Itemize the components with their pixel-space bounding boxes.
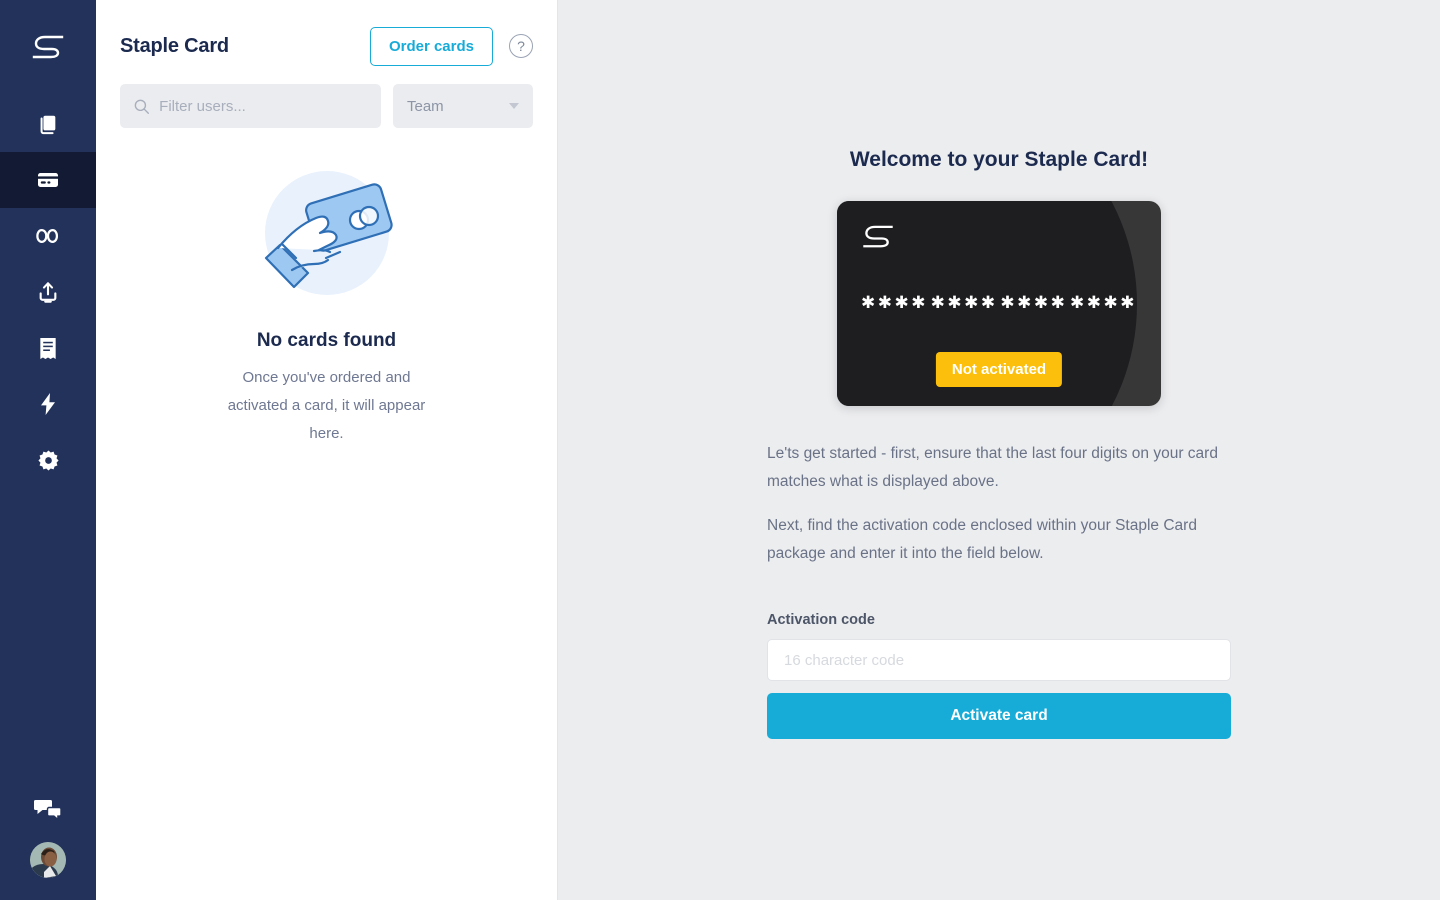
panel-header: Staple Card Order cards ? — [120, 0, 533, 78]
sidebar-item-upload[interactable] — [0, 264, 96, 320]
welcome-title: Welcome to your Staple Card! — [849, 148, 1149, 171]
card-digit-group: ✱✱✱✱ — [1070, 293, 1137, 312]
search-icon — [134, 99, 149, 114]
sidebar-item-activity[interactable] — [0, 376, 96, 432]
team-select-label: Team — [407, 97, 444, 115]
sidebar-item-links[interactable] — [0, 208, 96, 264]
search-box[interactable] — [120, 84, 381, 128]
sidebar-item-cards[interactable] — [0, 152, 96, 208]
sidebar-item-settings[interactable] — [0, 432, 96, 488]
help-icon[interactable]: ? — [509, 34, 533, 58]
credit-card-icon — [38, 173, 58, 187]
activation-code-input[interactable] — [767, 639, 1231, 681]
avatar[interactable] — [30, 842, 66, 878]
instruction-paragraph-1: Le'ts get started - first, ensure that t… — [767, 445, 1218, 490]
empty-state-title: No cards found — [256, 330, 397, 351]
order-cards-button[interactable]: Order cards — [369, 26, 493, 66]
card-digit-group: ✱✱✱✱ — [930, 293, 998, 312]
gear-icon — [37, 450, 59, 470]
page-title: Staple Card — [120, 34, 229, 57]
card-number-masked: ✱✱✱✱ ✱✱✱✱ ✱✱✱✱ ✱✱✱✱ — [861, 293, 1137, 313]
search-input[interactable] — [159, 97, 367, 115]
lightning-bolt-icon — [41, 393, 55, 415]
avatar-photo — [30, 842, 66, 878]
activation-code-label: Activation code — [767, 612, 875, 628]
staple-card-preview: ✱✱✱✱ ✱✱✱✱ ✱✱✱✱ ✱✱✱✱ Not activated — [837, 201, 1161, 406]
documents-icon — [40, 115, 56, 135]
sidebar-nav — [0, 96, 96, 488]
sidebar-item-receipts[interactable] — [0, 320, 96, 376]
sidebar-bottom — [0, 782, 96, 900]
chevron-down-icon — [509, 103, 519, 109]
team-select[interactable]: Team — [393, 84, 533, 128]
activate-card-button[interactable]: Activate card — [767, 693, 1231, 739]
staple-s-logo-icon — [32, 35, 64, 58]
card-digit-group: ✱✱✱✱ — [1000, 293, 1068, 312]
filters-row: Team — [120, 84, 533, 128]
instruction-paragraph-2: Next, find the activation code enclosed … — [767, 517, 1197, 562]
status-badge: Not activated — [935, 352, 1063, 387]
sidebar — [0, 0, 96, 900]
upload-icon — [39, 281, 57, 303]
sidebar-item-documents[interactable] — [0, 96, 96, 152]
brand-logo[interactable] — [0, 0, 96, 96]
card-digit-group: ✱✱✱✱ — [861, 293, 928, 312]
empty-state: No cards found Once you've ordered and a… — [120, 158, 533, 448]
app-root: Staple Card Order cards ? Team — [0, 0, 1440, 900]
staple-s-logo-icon — [863, 225, 893, 248]
infinity-link-icon — [36, 229, 59, 243]
activation-panel: Welcome to your Staple Card! ✱✱✱✱ ✱✱✱✱ ✱… — [558, 0, 1440, 900]
hand-holding-card-illustration — [264, 171, 393, 295]
card-body: ✱✱✱✱ ✱✱✱✱ ✱✱✱✱ ✱✱✱✱ Not activated — [837, 201, 1161, 406]
receipt-icon — [40, 337, 56, 359]
activation-content: Welcome to your Staple Card! ✱✱✱✱ ✱✱✱✱ ✱… — [767, 148, 1231, 739]
sidebar-item-chat[interactable] — [0, 782, 96, 838]
chat-bubbles-icon — [34, 800, 62, 822]
empty-state-subtitle: Once you've ordered and activated a card… — [227, 369, 426, 442]
cards-list-panel: Staple Card Order cards ? Team — [96, 0, 558, 900]
